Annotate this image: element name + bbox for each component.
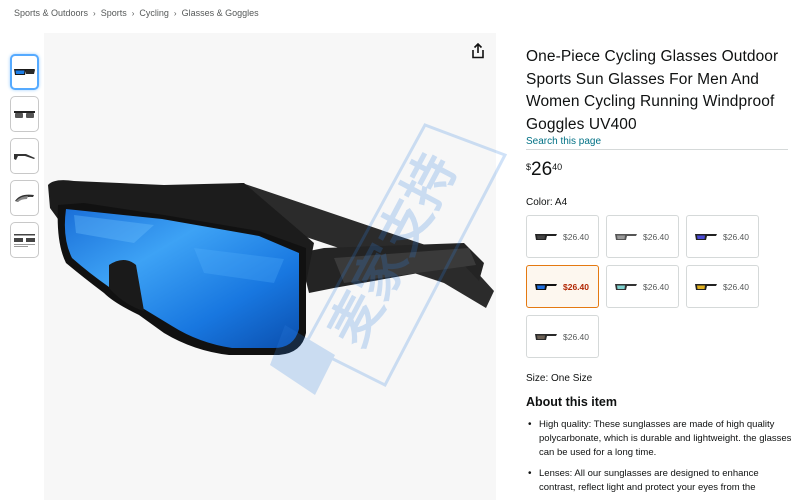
product-price: $ 26 40 [526, 160, 796, 180]
thumbnail-1[interactable] [10, 54, 39, 90]
color-option-3[interactable]: $26.40 [686, 215, 759, 258]
breadcrumb-sports[interactable]: Sports [101, 8, 127, 18]
option-price: $26.40 [643, 231, 669, 242]
main-product-image[interactable] [44, 33, 496, 500]
chevron-right-icon: › [93, 8, 96, 18]
breadcrumb-sports-outdoors[interactable]: Sports & Outdoors [14, 8, 88, 18]
thumbnail-list [10, 54, 40, 264]
size-label: Size: One Size [526, 373, 593, 384]
color-label: Color: A4 [526, 197, 568, 208]
glasses-icon [695, 283, 717, 290]
option-price: $26.40 [563, 231, 589, 242]
about-heading: About this item [526, 395, 617, 409]
glasses-icon [15, 194, 34, 202]
glasses-icon [535, 333, 557, 340]
about-bullet: High quality: These sunglasses are made … [526, 418, 796, 460]
product-photo-glasses [48, 180, 494, 355]
color-option-2[interactable]: $26.40 [606, 215, 679, 258]
thumbnail-4[interactable] [10, 180, 39, 216]
glasses-icon [14, 234, 35, 247]
about-bullet: Lenses: All our sunglasses are designed … [526, 467, 796, 495]
chevron-right-icon: › [131, 8, 135, 18]
color-option-7[interactable]: $26.40 [526, 315, 599, 358]
color-swatch-grid: $26.40 $26.40 $26.40 $26.40 $26.40 $26.4… [526, 215, 796, 358]
option-price: $26.40 [563, 331, 589, 342]
option-price: $26.40 [723, 281, 749, 292]
about-bullet-list: High quality: These sunglasses are made … [526, 418, 796, 495]
thumbnail-3[interactable] [10, 138, 39, 174]
glasses-icon [14, 111, 35, 118]
breadcrumb: Sports & Outdoors › Sports › Cycling › G… [14, 8, 259, 18]
price-whole: 26 [531, 159, 553, 180]
chevron-right-icon: › [173, 8, 177, 18]
thumbnail-5[interactable] [10, 222, 39, 258]
lens-swatch [537, 235, 545, 239]
option-price: $26.40 [643, 281, 669, 292]
color-option-1[interactable]: $26.40 [526, 215, 599, 258]
price-fraction: 40 [552, 162, 563, 172]
color-option-5[interactable]: $26.40 [606, 265, 679, 308]
breadcrumb-cycling[interactable]: Cycling [139, 8, 169, 18]
glasses-icon [535, 233, 557, 240]
breadcrumb-glasses-goggles[interactable]: Glasses & Goggles [182, 8, 259, 18]
glasses-icon [695, 233, 717, 240]
thumbnail-2[interactable] [10, 96, 39, 132]
option-price: $26.40 [563, 281, 589, 292]
glasses-icon [615, 283, 637, 290]
glasses-icon [615, 233, 637, 240]
color-option-4-selected[interactable]: $26.40 [526, 265, 599, 308]
product-title: One-Piece Cycling Glasses Outdoor Sports… [526, 48, 779, 133]
option-price: $26.40 [723, 231, 749, 242]
share-icon[interactable] [468, 41, 488, 61]
search-this-page-link[interactable]: Search this page [526, 136, 788, 150]
glasses-icon [535, 283, 557, 290]
color-option-6[interactable]: $26.40 [686, 265, 759, 308]
glasses-icon [14, 154, 35, 160]
product-info: One-Piece Cycling Glasses Outdoor Sports… [526, 46, 796, 500]
glasses-icon [14, 69, 35, 75]
